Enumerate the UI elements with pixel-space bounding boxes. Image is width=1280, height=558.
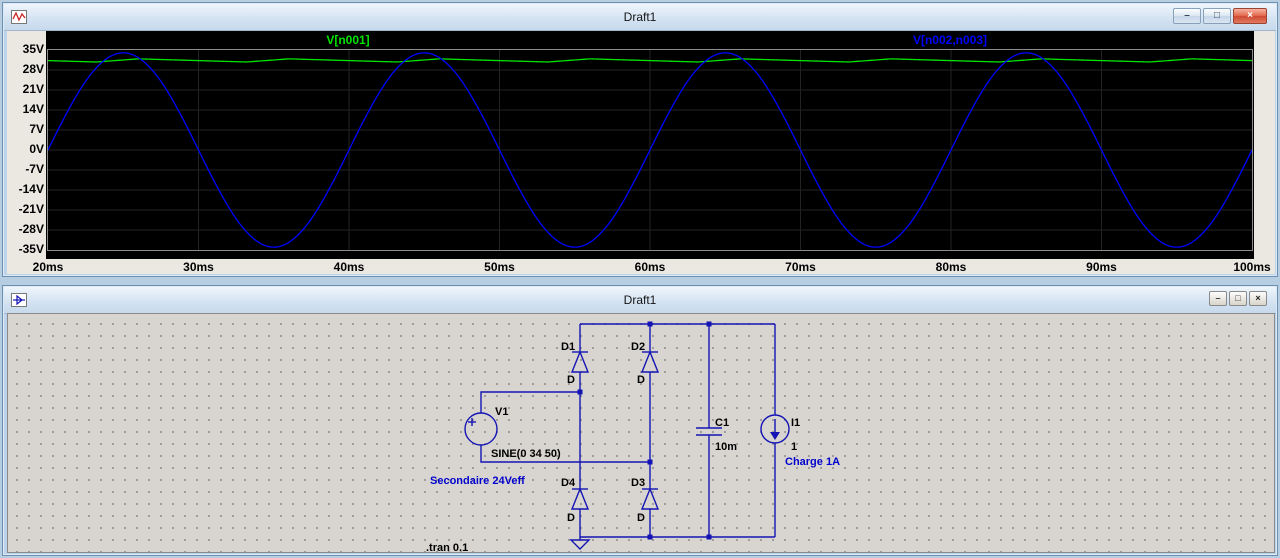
comment-load[interactable]: Charge 1A: [785, 456, 840, 468]
x-axis-tick: 50ms: [484, 260, 515, 274]
x-axis-tick: 40ms: [333, 260, 365, 274]
minimize-button[interactable]: –: [1173, 8, 1201, 24]
y-axis-tick: 14V: [22, 102, 44, 116]
x-axis-tick: 80ms: [935, 260, 967, 274]
component-name: D4: [561, 477, 576, 489]
schematic-window-icon[interactable]: [11, 292, 27, 308]
y-axis-tick: 0V: [29, 142, 44, 156]
comment-secondary[interactable]: Secondaire 24Veff: [430, 475, 525, 487]
y-axis-tick: 21V: [22, 82, 44, 96]
x-axis-tick: 30ms: [183, 260, 214, 274]
x-axis-tick: 100ms: [1233, 260, 1271, 274]
trace-label-2[interactable]: V[n002,n003]: [913, 33, 987, 47]
diode-D1[interactable]: D1 D: [561, 341, 590, 386]
x-axis-tick: 20ms: [32, 260, 64, 274]
waveform-window: Draft1 – □ × V[n001] V[n002,n003] 35V 28V 2…: [2, 2, 1278, 277]
trace-label-1[interactable]: V[n001]: [326, 33, 369, 47]
maximize-button[interactable]: □: [1229, 291, 1247, 306]
plot-frame: [47, 49, 1253, 251]
component-model: D: [567, 374, 575, 386]
y-axis-tick: 7V: [29, 122, 44, 136]
diode-D2[interactable]: D2 D: [631, 341, 660, 386]
maximize-button[interactable]: □: [1203, 8, 1231, 24]
wires: [480, 323, 776, 538]
component-value: 1: [791, 441, 797, 453]
x-axis-tick: 70ms: [785, 260, 816, 274]
schematic-titlebar[interactable]: Draft1 – □ ×: [4, 287, 1276, 314]
y-axis-tick: -35V: [18, 242, 44, 256]
spice-directive[interactable]: .tran 0.1: [426, 542, 468, 552]
waveform-plot-area[interactable]: V[n001] V[n002,n003] 35V 28V 21V 14V 7V 0V -7V -…: [7, 30, 1275, 274]
voltage-source-V1[interactable]: V1 SINE(0 34 50): [464, 406, 561, 460]
waveform-window-icon[interactable]: [11, 9, 27, 25]
component-model: D: [637, 374, 645, 386]
close-button[interactable]: ×: [1233, 8, 1267, 24]
capacitor-C1[interactable]: C1 10m: [696, 417, 737, 453]
window-title: Draft1: [623, 293, 657, 307]
plot-pane[interactable]: V[n001] V[n002,n003]: [46, 31, 1254, 259]
close-button[interactable]: ×: [1249, 291, 1267, 306]
waveform-titlebar[interactable]: Draft1 – □ ×: [4, 4, 1276, 31]
component-name: D3: [631, 477, 645, 489]
component-model: D: [637, 512, 645, 524]
component-name: V1: [495, 406, 508, 418]
y-axis-tick: -7V: [25, 162, 44, 176]
schematic-window: Draft1 – □ × D1 D D2 D D4 D D3 D V1 SINE…: [2, 285, 1278, 556]
diode-D4[interactable]: D4 D: [561, 477, 590, 524]
component-name: C1: [715, 417, 729, 429]
y-axis-tick: -14V: [18, 182, 44, 196]
desktop: { "chrome": { "minimize_glyph": "–", "ma…: [0, 0, 1280, 558]
x-axis-tick: 60ms: [634, 260, 666, 274]
current-source-I1[interactable]: I1 1: [760, 414, 800, 453]
minimize-button[interactable]: –: [1209, 291, 1227, 306]
y-axis-tick: -21V: [18, 202, 44, 216]
component-name: I1: [791, 417, 800, 429]
schematic-canvas[interactable]: D1 D D2 D D4 D D3 D V1 SINE(0 34 50) C1 …: [7, 313, 1275, 553]
junction-dots: [577, 321, 712, 540]
diode-D3[interactable]: D3 D: [631, 477, 660, 524]
component-model: D: [567, 512, 575, 524]
ground-flag[interactable]: [569, 537, 591, 550]
component-value: SINE(0 34 50): [491, 448, 561, 460]
y-axis-tick: -28V: [18, 222, 44, 236]
y-axis-tick: 28V: [22, 62, 44, 76]
component-name: D1: [561, 341, 575, 353]
component-name: D2: [631, 341, 645, 353]
x-axis-tick: 90ms: [1086, 260, 1117, 274]
y-axis-tick: 35V: [22, 42, 44, 56]
window-title: Draft1: [623, 10, 657, 24]
component-value: 10m: [715, 441, 737, 453]
